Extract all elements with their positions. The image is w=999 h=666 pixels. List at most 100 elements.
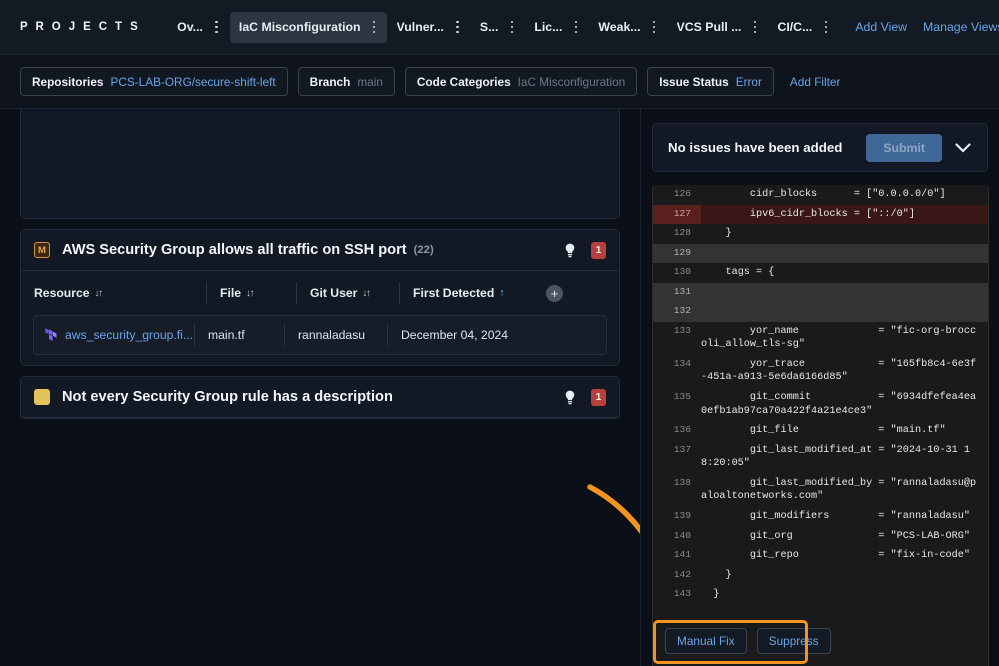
column-header-first-detected[interactable]: First Detected ↑ — [399, 282, 544, 304]
cell-resource[interactable]: aws_security_group.fi... — [34, 324, 194, 346]
code-line-text: } — [701, 589, 720, 601]
code-line[interactable]: 143 } — [653, 585, 988, 605]
lightbulb-icon[interactable] — [562, 242, 578, 259]
filter-chip-repositories[interactable]: Repositories PCS-LAB-ORG/secure-shift-le… — [20, 67, 288, 96]
issue-title: Not every Security Group rule has a desc… — [62, 389, 393, 405]
table-row[interactable]: aws_security_group.fi... main.tf rannala… — [33, 315, 607, 355]
code-line[interactable]: 139 git_modifiers = "rannaladasu" — [653, 507, 988, 527]
issue-card-scrolled-above[interactable] — [20, 109, 620, 219]
column-header-git-user[interactable]: Git User ↓↑ — [296, 282, 399, 304]
issue-card-header[interactable]: M AWS Security Group allows all traffic … — [21, 230, 619, 271]
sort-both-icon[interactable]: ↓↑ — [95, 288, 104, 299]
tab-overview[interactable]: Ov... — [168, 12, 229, 43]
no-issues-label: No issues have been added — [668, 140, 843, 155]
kebab-menu-icon[interactable] — [646, 16, 663, 38]
issue-error-count-badge: 1 — [591, 241, 606, 259]
cell-first-detected: December 04, 2024 — [387, 324, 537, 346]
code-line[interactable]: 133 yor_name = "fic-org-broccoli_allow_t… — [653, 322, 988, 355]
code-line-text: git_last_modified_at = "2024-10-31 18:20… — [701, 444, 971, 470]
code-line-number: 138 — [673, 476, 691, 488]
code-line-text: tags = { — [701, 267, 775, 279]
sort-both-icon[interactable]: ↓↑ — [362, 288, 371, 299]
code-line-number: 143 — [673, 588, 691, 600]
tab-vcs-pull-requests[interactable]: VCS Pull ... — [668, 12, 768, 43]
tab-weaknesses[interactable]: Weak... — [589, 12, 666, 43]
resource-link[interactable]: aws_security_group.fi... — [65, 328, 193, 342]
code-line-number: 140 — [673, 529, 691, 541]
code-line[interactable]: 138 git_last_modified_by = "rannaladasu@… — [653, 474, 988, 507]
code-line-number: 128 — [673, 227, 691, 239]
tab-label: Ov... — [177, 20, 203, 34]
code-line-text: } — [701, 228, 732, 240]
issue-resource-count: (22) — [413, 244, 434, 256]
code-line-number: 135 — [673, 390, 691, 402]
manage-views-link[interactable]: Manage Views — [923, 20, 999, 34]
issue-list-pane[interactable]: M AWS Security Group allows all traffic … — [0, 109, 640, 666]
code-line-number: 137 — [673, 443, 691, 455]
issue-card-sg-rule-description[interactable]: Not every Security Group rule has a desc… — [20, 376, 620, 419]
code-line[interactable]: 127 ipv6_cidr_blocks = ["::/0"] — [653, 204, 988, 225]
sort-both-icon[interactable]: ↓↑ — [246, 288, 255, 299]
column-label: Resource — [34, 286, 90, 300]
code-line[interactable]: 140 git_org = "PCS-LAB-ORG" — [653, 527, 988, 547]
column-header-resource[interactable]: Resource ↓↑ — [34, 282, 206, 304]
kebab-menu-icon[interactable] — [366, 16, 383, 38]
kebab-menu-icon[interactable] — [208, 16, 225, 38]
add-column-icon[interactable]: + — [546, 284, 563, 302]
tab-secrets[interactable]: S... — [471, 12, 524, 43]
tab-licenses[interactable]: Lic... — [525, 12, 588, 43]
column-header-file[interactable]: File ↓↑ — [206, 282, 296, 304]
code-line-number: 141 — [673, 549, 691, 561]
code-line-text: git_last_modified_by = "rannaladasu@palo… — [701, 477, 977, 503]
filter-value: main — [357, 74, 383, 89]
issue-card-ssh-port[interactable]: M AWS Security Group allows all traffic … — [20, 229, 620, 366]
add-view-link[interactable]: Add View — [855, 20, 907, 34]
filter-chip-code-categories[interactable]: Code Categories IaC Misconfiguration — [404, 67, 638, 96]
tab-iac-misconfiguration[interactable]: IaC Misconfiguration — [229, 11, 387, 43]
app-brand-logo: P R O J E C T S — [20, 21, 141, 33]
code-line-number: 142 — [673, 568, 691, 580]
add-filter-link[interactable]: Add Filter — [790, 75, 840, 89]
issue-card-header[interactable]: Not every Security Group rule has a desc… — [21, 377, 619, 418]
code-line[interactable]: 132 — [653, 302, 988, 322]
code-line[interactable]: 128 } — [653, 224, 988, 244]
chevron-down-icon[interactable] — [950, 135, 976, 161]
code-line[interactable]: 130 tags = { — [653, 263, 988, 283]
kebab-menu-icon[interactable] — [746, 16, 763, 38]
code-viewer[interactable]: 126 cidr_blocks = ["0.0.0.0/0"] 127 ipv6_… — [652, 185, 989, 666]
kebab-menu-icon[interactable] — [567, 16, 584, 38]
content-split: M AWS Security Group allows all traffic … — [0, 109, 999, 666]
code-line[interactable]: 126 cidr_blocks = ["0.0.0.0/0"] — [653, 185, 988, 205]
filter-chip-branch[interactable]: Branch main — [297, 67, 395, 96]
tab-label: CI/C... — [777, 20, 813, 34]
code-line[interactable]: 135 git_commit = "6934dfefea4ea0efb1ab97… — [653, 388, 988, 421]
sort-ascending-icon[interactable]: ↑ — [499, 287, 505, 299]
kebab-menu-icon[interactable] — [449, 16, 466, 38]
code-line-number: 130 — [673, 266, 691, 278]
submit-button[interactable]: Submit — [866, 133, 942, 162]
code-line[interactable]: 141 git_repo = "fix-in-code" — [653, 546, 988, 566]
lightbulb-icon[interactable] — [562, 389, 578, 406]
tab-label: IaC Misconfiguration — [238, 20, 361, 34]
code-line[interactable]: 142 } — [653, 566, 988, 586]
terraform-icon — [44, 328, 57, 342]
code-line[interactable]: 131 — [653, 282, 988, 303]
filter-key: Code Categories — [416, 74, 511, 89]
code-line-number: 139 — [673, 510, 691, 522]
kebab-menu-icon[interactable] — [503, 16, 520, 38]
column-label: Git User — [310, 286, 358, 300]
manual-fix-button[interactable]: Manual Fix — [665, 627, 747, 654]
filter-chip-issue-status[interactable]: Issue Status Error — [647, 67, 774, 96]
suppress-button[interactable]: Suppress — [756, 627, 831, 654]
tab-ci-cd[interactable]: CI/C... — [768, 12, 838, 43]
code-line[interactable]: 137 git_last_modified_at = "2024-10-31 1… — [653, 441, 988, 474]
code-line[interactable]: 134 yor_trace = "165fb8c4-6e3f-451a-a913… — [653, 355, 988, 388]
kebab-menu-icon[interactable] — [817, 16, 834, 38]
code-line[interactable]: 129 — [653, 243, 988, 264]
filter-value: IaC Misconfiguration — [517, 74, 626, 89]
code-line[interactable]: 136 git_file = "main.tf" — [653, 421, 988, 441]
tab-vulnerabilities[interactable]: Vulner... — [388, 12, 470, 43]
issue-title: AWS Security Group allows all traffic on… — [62, 242, 407, 258]
